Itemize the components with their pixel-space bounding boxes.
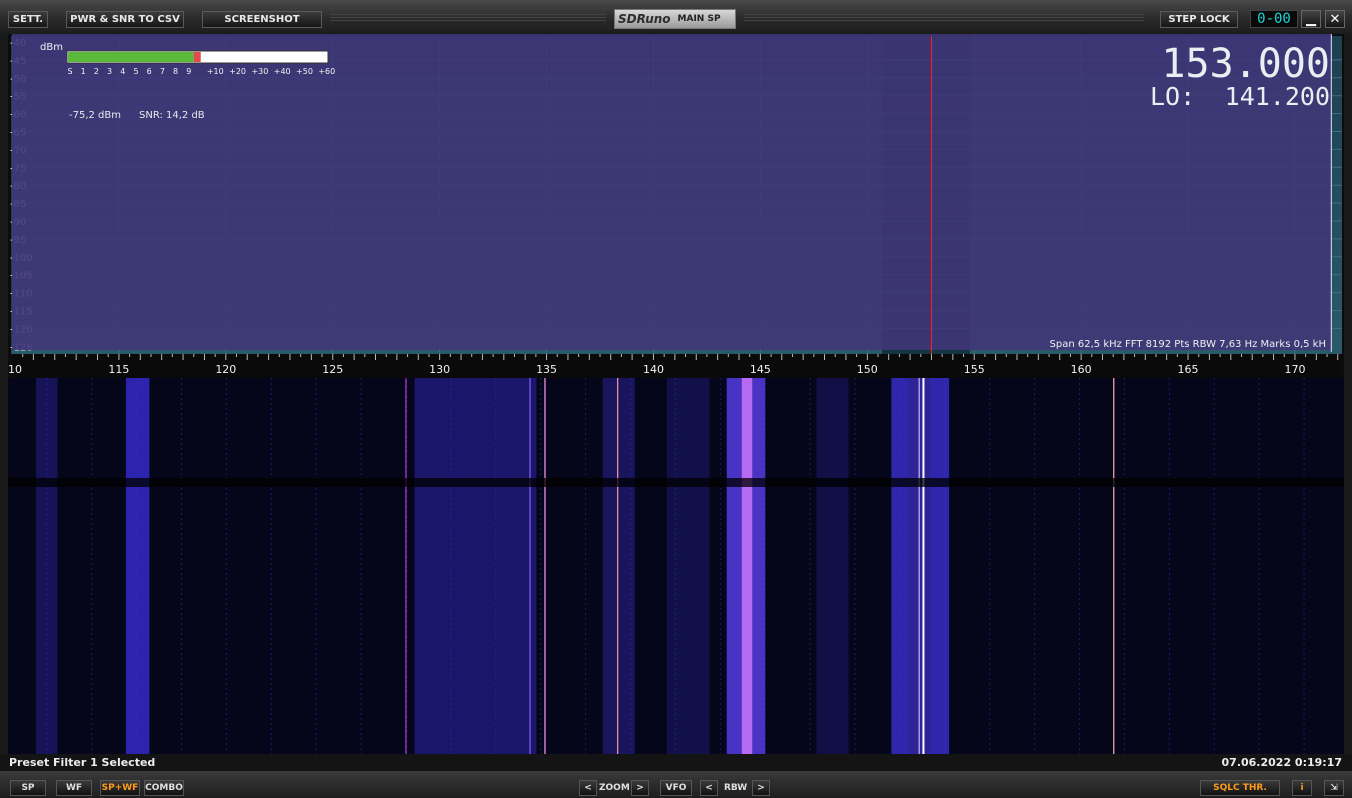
x-tick-label: 10 xyxy=(8,363,22,376)
waterfall-band xyxy=(726,378,742,754)
x-tick-label: 160 xyxy=(1071,363,1092,376)
waterfall-band xyxy=(929,378,950,754)
lo-label: LO: xyxy=(1150,82,1195,111)
s-meter-tick-label: +50 xyxy=(296,67,313,76)
brand-badge: SDRuno MAIN SP xyxy=(614,9,736,29)
waterfall-band xyxy=(414,378,537,754)
wf-mode-button[interactable]: WF xyxy=(56,780,92,796)
rbw-label: RBW xyxy=(724,783,748,793)
zoom-out-button[interactable]: < xyxy=(579,780,597,796)
rbw-up-button[interactable]: > xyxy=(752,780,770,796)
x-tick-label: 140 xyxy=(643,363,664,376)
spectrum-fill xyxy=(12,34,1332,352)
resize-icon[interactable]: ⇲ xyxy=(1324,780,1344,796)
waterfall-band xyxy=(602,378,635,754)
x-tick-label: 120 xyxy=(215,363,236,376)
s-meter-fill xyxy=(68,52,194,62)
lo-readout[interactable]: 141.200 xyxy=(1225,82,1330,111)
s-meter-tick-label: 6 xyxy=(147,67,152,76)
waterfall-band xyxy=(752,378,766,754)
step-lock-button[interactable]: STEP LOCK xyxy=(1160,11,1238,28)
zoom-in-button[interactable]: > xyxy=(631,780,649,796)
snr-readout: SNR: 14,2 dB xyxy=(139,110,205,121)
s-meter-tick-label: +30 xyxy=(251,67,268,76)
spwf-mode-button[interactable]: SP+WF xyxy=(100,780,140,796)
waterfall-band xyxy=(741,378,753,754)
x-tick-label: 165 xyxy=(1178,363,1199,376)
s-meter-tick-label: 4 xyxy=(120,67,125,76)
power-readout: -75,2 dBm xyxy=(69,110,121,121)
status-message: Preset Filter 1 Selected xyxy=(9,756,156,769)
bottom-toolbar: SP WF SP+WF COMBO < ZOOM > VFO < RBW > S… xyxy=(0,771,1352,798)
title-bar: SETT. PWR & SNR TO CSV SCREENSHOT SDRuno… xyxy=(0,0,1352,34)
spectrum-trace xyxy=(12,34,1332,352)
rbw-down-button[interactable]: < xyxy=(700,780,718,796)
sqlc-threshold-button[interactable]: SQLC THR. xyxy=(1200,780,1280,796)
status-datetime: 07.06.2022 0:19:17 xyxy=(1221,756,1342,769)
status-bar: Preset Filter 1 Selected 07.06.2022 0:19… xyxy=(0,754,1352,771)
s-meter-peak xyxy=(193,52,201,62)
screenshot-button[interactable]: SCREENSHOT xyxy=(202,11,322,28)
title-grip[interactable] xyxy=(330,14,606,22)
sp-mode-button[interactable]: SP xyxy=(10,780,46,796)
x-tick-label: 150 xyxy=(857,363,878,376)
s-meter-tick-label: +40 xyxy=(274,67,291,76)
x-axis-strip xyxy=(12,354,1342,378)
s-meter-tick-label: +10 xyxy=(207,67,224,76)
x-tick-label: 155 xyxy=(964,363,985,376)
s-meter-tick-label: +20 xyxy=(229,67,246,76)
minimize-icon[interactable]: ▁ xyxy=(1301,10,1321,28)
s-meter-tick-label: S xyxy=(67,67,72,76)
x-tick-label: 115 xyxy=(108,363,129,376)
x-tick-label: 130 xyxy=(429,363,450,376)
s-meter-tick-label: 2 xyxy=(94,67,99,76)
s-meter-tick-label: 9 xyxy=(186,67,191,76)
info-button[interactable]: i xyxy=(1292,780,1312,796)
s-meter-tick-label: 8 xyxy=(173,67,178,76)
s-meter-tick-label: 5 xyxy=(133,67,138,76)
frequency-readout[interactable]: 153.000 xyxy=(1161,41,1330,87)
brand-logo: SDRuno xyxy=(618,12,671,26)
s-meter-tick-label: 1 xyxy=(81,67,86,76)
x-tick-label: 145 xyxy=(750,363,771,376)
vfo-button[interactable]: VFO xyxy=(660,780,692,796)
spectrum-info: Span 62,5 kHz FFT 8192 Pts RBW 7,63 Hz M… xyxy=(1050,339,1326,350)
s-meter-tick-label: +60 xyxy=(318,67,335,76)
waterfall-band xyxy=(125,378,150,754)
x-tick-label: 170 xyxy=(1284,363,1305,376)
combo-mode-button[interactable]: COMBO xyxy=(144,780,184,796)
x-tick-label: 135 xyxy=(536,363,557,376)
waterfall-gap xyxy=(8,478,1344,487)
export-csv-button[interactable]: PWR & SNR TO CSV xyxy=(66,11,184,28)
waterfall-display[interactable] xyxy=(8,378,1344,754)
s-meter-tick-label: 3 xyxy=(107,67,112,76)
spectrum-display[interactable]: -40-45-50-55-60-65-70-75-80-85-90-95-100… xyxy=(8,34,1344,378)
title-grip-right[interactable] xyxy=(744,14,1144,22)
s-meter-tick-label: 7 xyxy=(160,67,165,76)
settings-button[interactable]: SETT. xyxy=(8,11,48,28)
y-unit-label: dBm xyxy=(40,42,63,53)
close-icon[interactable]: ✕ xyxy=(1325,10,1345,28)
waterfall-band xyxy=(816,378,849,754)
x-tick-label: 125 xyxy=(322,363,343,376)
zoom-label: ZOOM xyxy=(599,783,630,793)
window-name: MAIN SP xyxy=(677,14,721,24)
waterfall-band xyxy=(666,378,710,754)
step-display[interactable]: 0-00 xyxy=(1250,10,1298,28)
